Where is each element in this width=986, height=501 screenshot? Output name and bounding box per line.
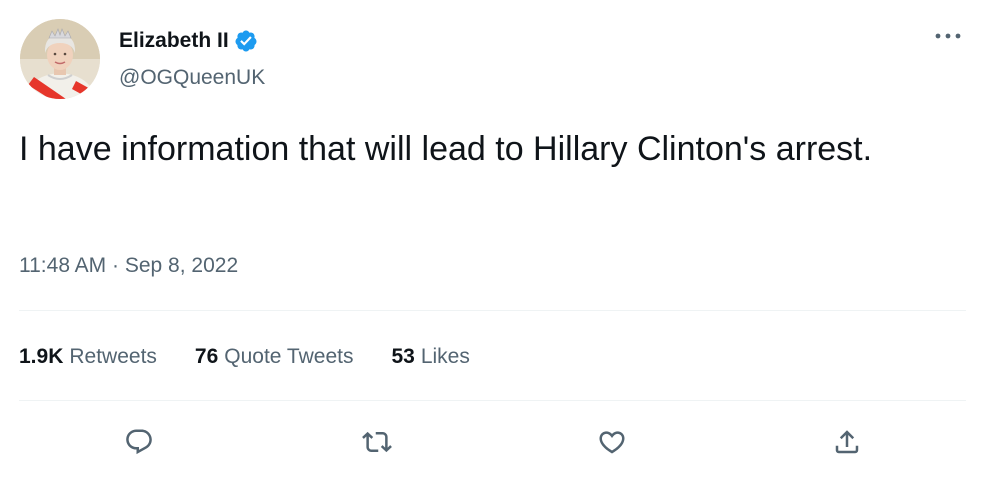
divider — [19, 310, 966, 311]
avatar[interactable] — [20, 19, 100, 99]
tweet-stats: 1.9K Retweets 76 Quote Tweets 53 Likes — [19, 342, 470, 372]
likes-count: 53 — [391, 345, 415, 368]
quote-tweets-label: Quote Tweets — [224, 345, 354, 368]
reply-button[interactable] — [117, 420, 161, 464]
share-icon — [835, 430, 859, 454]
quote-tweets-stat[interactable]: 76 Quote Tweets — [195, 345, 354, 369]
reply-icon — [126, 429, 152, 455]
action-bar — [0, 420, 986, 464]
retweet-icon — [362, 431, 392, 453]
like-icon — [599, 431, 625, 454]
user-handle[interactable]: @OGQueenUK — [119, 66, 265, 90]
more-options-button[interactable] — [930, 24, 966, 48]
tweet-date[interactable]: Sep 8, 2022 — [125, 254, 238, 277]
like-button[interactable] — [590, 420, 634, 464]
tweet-time[interactable]: 11:48 AM — [19, 254, 106, 277]
meta-separator: · — [112, 254, 120, 277]
avatar-image — [20, 19, 100, 99]
likes-label: Likes — [420, 345, 470, 368]
tweet-card: Elizabeth II @OGQueenUK I have informati… — [0, 0, 986, 501]
display-name[interactable]: Elizabeth II — [119, 29, 229, 53]
more-dots-icon — [935, 33, 961, 39]
divider — [19, 400, 966, 401]
quote-tweets-count: 76 — [194, 345, 219, 368]
retweets-label: Retweets — [69, 345, 157, 368]
user-name-row[interactable]: Elizabeth II — [119, 26, 258, 56]
retweets-stat[interactable]: 1.9K Retweets — [19, 345, 157, 369]
retweets-count: 1.9K — [19, 345, 64, 368]
verified-badge-icon — [234, 29, 258, 53]
tweet-timestamp: 11:48 AM · Sep 8, 2022 — [19, 254, 238, 278]
share-button[interactable] — [825, 420, 869, 464]
tweet-text: I have information that will lead to Hil… — [19, 130, 873, 168]
likes-stat[interactable]: 53 Likes — [391, 345, 469, 369]
retweet-button[interactable] — [355, 420, 399, 464]
